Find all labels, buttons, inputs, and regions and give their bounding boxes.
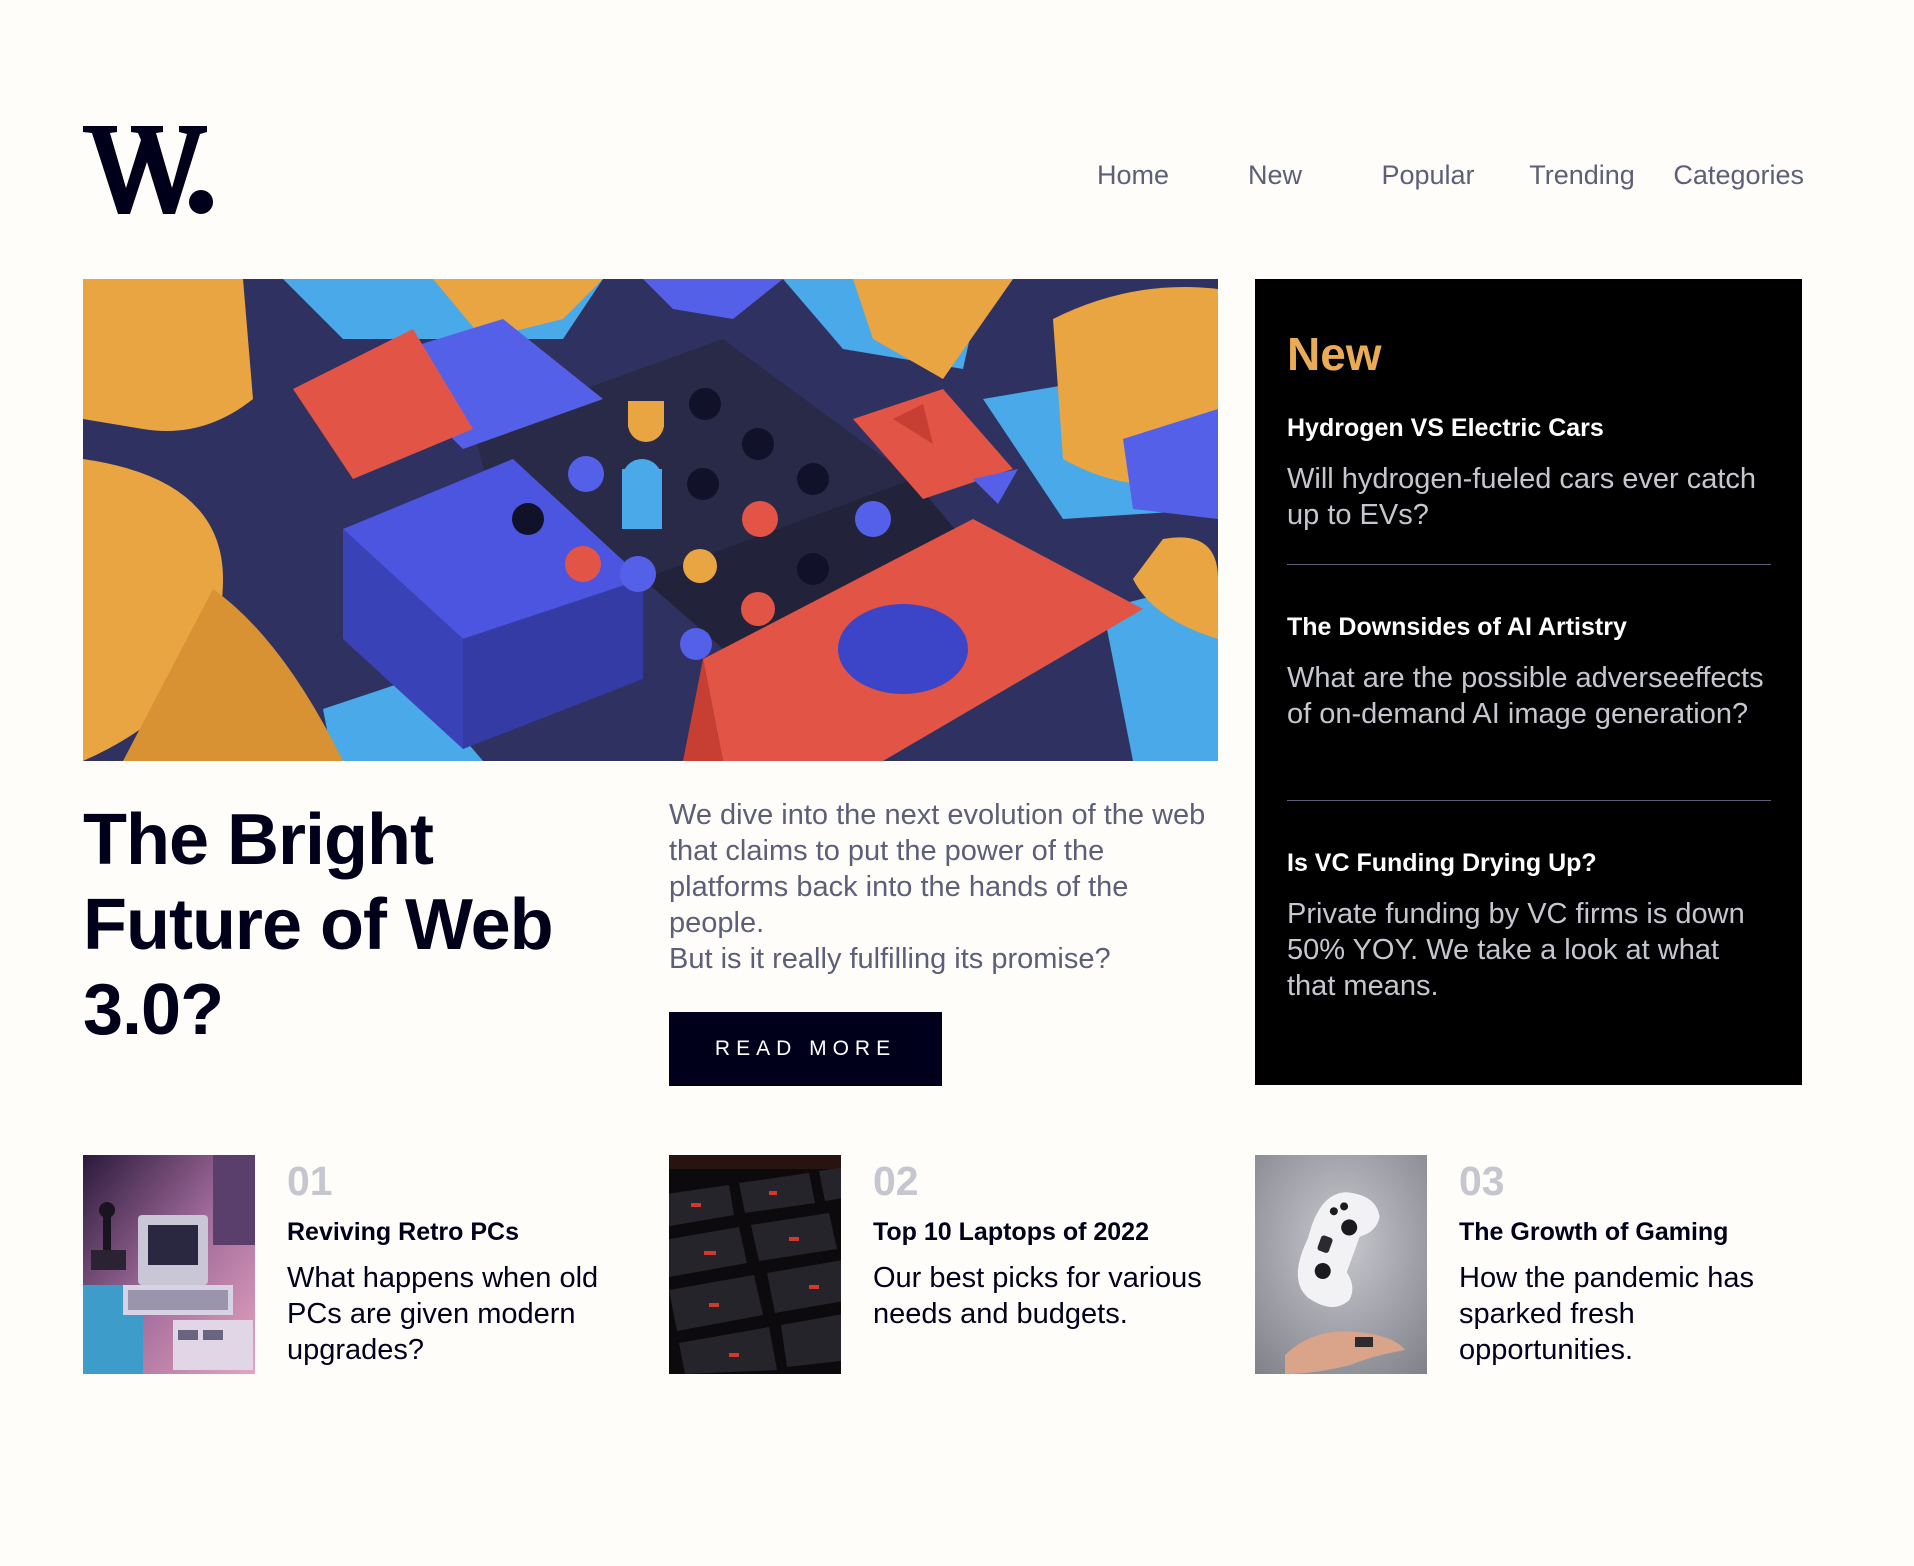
new-panel-heading: New [1287, 328, 1382, 380]
article-title[interactable]: Reviving Retro PCs [287, 1217, 519, 1247]
nav-categories[interactable]: Categories [1659, 158, 1804, 192]
new-item-description: Will hydrogen-fueled cars ever catch up … [1287, 463, 1757, 531]
nav-trending[interactable]: Trending [1505, 158, 1659, 192]
new-item-title[interactable]: Hydrogen VS Electric Cars [1287, 413, 1771, 443]
article-title[interactable]: The Growth of Gaming [1459, 1217, 1728, 1247]
hero-description-line-2: But is it really fulfilling its promise? [669, 943, 1111, 975]
hero-image [83, 279, 1218, 761]
article-number: 02 [873, 1158, 919, 1204]
new-item[interactable]: Is VC Funding Drying Up? Private funding… [1287, 848, 1771, 1004]
article-thumbnail[interactable] [83, 1155, 255, 1374]
keyboard-image [669, 1155, 841, 1374]
new-item-title[interactable]: Is VC Funding Drying Up? [1287, 848, 1771, 878]
logo-w-icon [83, 126, 213, 214]
article-description: Our best picks for various needs and bud… [873, 1262, 1202, 1330]
article-card[interactable]: 02 Top 10 Laptops of 2022 Our best picks… [669, 1155, 1209, 1374]
abstract-blocks-image [83, 279, 1218, 761]
hero-description-line-1: We dive into the next evolution of the w… [669, 799, 1206, 939]
nav-popular[interactable]: Popular [1351, 158, 1505, 192]
game-controller-image [1255, 1155, 1427, 1374]
article-thumbnail[interactable] [669, 1155, 841, 1374]
article-card[interactable]: 01 Reviving Retro PCs What happens when … [83, 1155, 623, 1374]
article-description: How the pandemic has sparked fresh oppor… [1459, 1262, 1754, 1366]
retro-pc-image [83, 1155, 255, 1374]
divider [1287, 564, 1771, 565]
new-item-description: What are the possible adverseeffects of … [1287, 662, 1764, 730]
article-number: 01 [287, 1158, 333, 1204]
read-more-button[interactable]: READ MORE [669, 1012, 942, 1086]
article-thumbnail[interactable] [1255, 1155, 1427, 1374]
hero-title: The Bright Future of Web 3.0? [83, 800, 554, 1050]
divider [1287, 800, 1771, 801]
new-panel: New Hydrogen VS Electric Cars Will hydro… [1255, 279, 1802, 1085]
new-item-description: Private funding by VC firms is down 50% … [1287, 898, 1745, 1002]
nav-new[interactable]: New [1199, 158, 1351, 192]
site-logo[interactable] [83, 122, 215, 218]
new-item-title[interactable]: The Downsides of AI Artistry [1287, 612, 1771, 642]
article-card[interactable]: 03 The Growth of Gaming How the pandemic… [1255, 1155, 1795, 1374]
hero-description: We dive into the next evolution of the w… [669, 797, 1218, 977]
nav-home[interactable]: Home [1067, 158, 1199, 192]
main-nav: Home New Popular Trending Categories [1067, 158, 1804, 192]
new-item[interactable]: The Downsides of AI Artistry What are th… [1287, 612, 1771, 732]
article-description: What happens when old PCs are given mode… [287, 1262, 599, 1366]
article-title[interactable]: Top 10 Laptops of 2022 [873, 1217, 1149, 1247]
article-number: 03 [1459, 1158, 1505, 1204]
new-item[interactable]: Hydrogen VS Electric Cars Will hydrogen-… [1287, 413, 1771, 533]
